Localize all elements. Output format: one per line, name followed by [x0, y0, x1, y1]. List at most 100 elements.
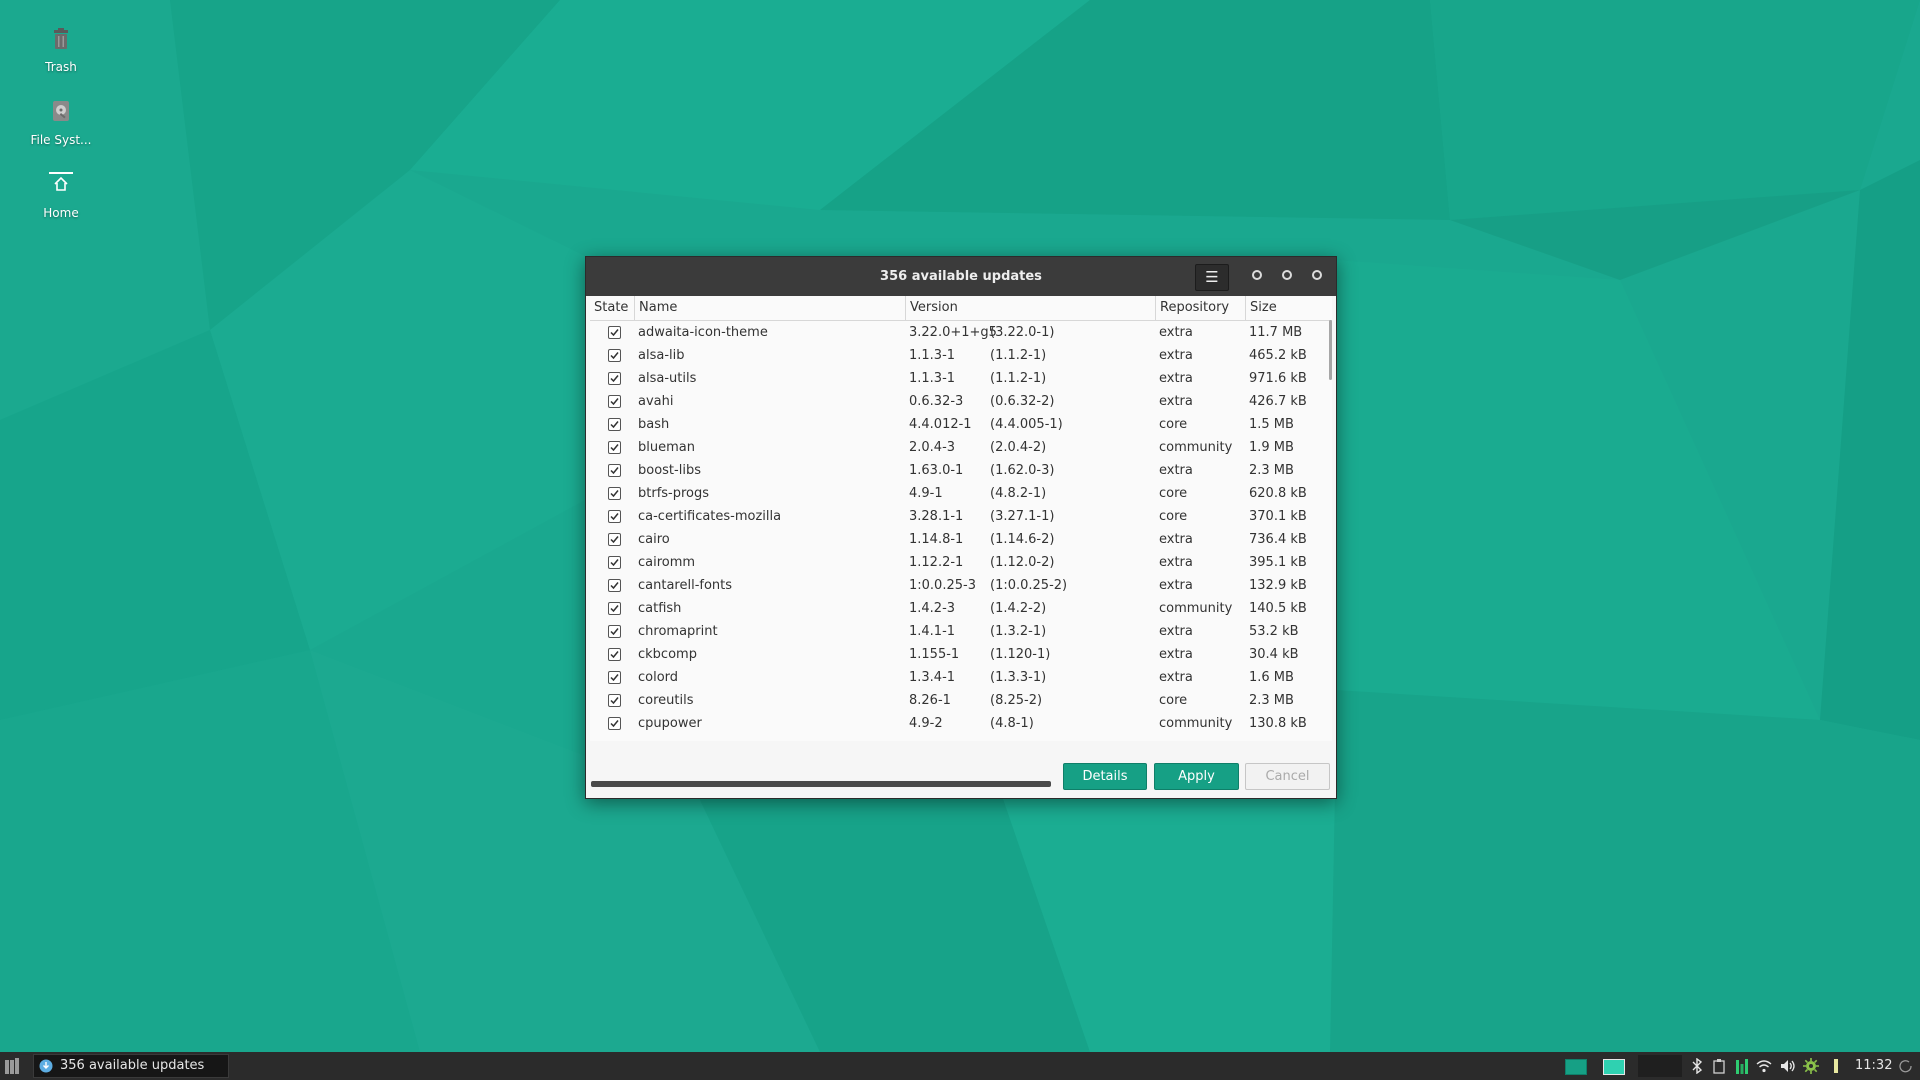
table-row[interactable]: cairomm 1.12.2-1 (1.12.0-2) extra 395.1 kB [590, 551, 1332, 574]
row-checkbox[interactable] [608, 717, 621, 730]
row-repository: community [1159, 716, 1233, 731]
minimize-button[interactable] [1252, 270, 1262, 280]
row-checkbox[interactable] [608, 533, 621, 546]
table-row[interactable]: avahi 0.6.32-3 (0.6.32-2) extra 426.7 kB [590, 390, 1332, 413]
table-row[interactable]: cantarell-fonts 1:0.0.25-3 (1:0.0.25-2) ext… [590, 574, 1332, 597]
row-old-version: (3.22.0-1) [990, 325, 1055, 340]
row-size: 620.8 kB [1249, 486, 1307, 501]
row-old-version: (4.4.005-1) [990, 417, 1063, 432]
table-row[interactable]: alsa-utils 1.1.3-1 (1.1.2-1) extra 971.6 kB [590, 367, 1332, 390]
row-checkbox[interactable] [608, 372, 621, 385]
row-checkbox[interactable] [608, 625, 621, 638]
row-repository: extra [1159, 325, 1193, 340]
column-header-repository[interactable]: Repository [1155, 296, 1245, 320]
bluetooth-icon[interactable] [1690, 1057, 1704, 1078]
row-version: 2.0.4-3 [909, 440, 956, 455]
column-header-state[interactable]: State [590, 296, 634, 320]
column-header-version[interactable]: Version [905, 296, 1155, 320]
checkmark-icon [610, 398, 619, 406]
row-size: 971.6 kB [1249, 371, 1307, 386]
row-version: 1.14.8-1 [909, 532, 964, 547]
taskbar-window-button[interactable]: 356 available updates [33, 1054, 229, 1078]
table-row[interactable]: chromaprint 1.4.1-1 (1.3.2-1) extra 53.2 kB [590, 620, 1332, 643]
column-header-size[interactable]: Size [1245, 296, 1332, 320]
close-button[interactable] [1312, 270, 1322, 280]
row-checkbox[interactable] [608, 671, 621, 684]
row-version: 1.155-1 [909, 647, 960, 662]
row-checkbox[interactable] [608, 602, 621, 615]
row-size: 1.6 MB [1249, 670, 1294, 685]
table-row[interactable]: bash 4.4.012-1 (4.4.005-1) core 1.5 MB [590, 413, 1332, 436]
table-row[interactable]: ca-certificates-mozilla 3.28.1-1 (3.27.1-1… [590, 505, 1332, 528]
table-row[interactable]: boost-libs 1.63.0-1 (1.62.0-3) extra 2.3 MB [590, 459, 1332, 482]
vertical-scrollbar[interactable] [1329, 320, 1332, 380]
desktop-icon-trash[interactable]: Trash [20, 22, 102, 74]
table-row[interactable]: cpupower 4.9-2 (4.8-1) community 130.8 kB [590, 712, 1332, 735]
workspace-2-icon[interactable] [1603, 1059, 1625, 1075]
row-name: ckbcomp [638, 647, 697, 662]
row-checkbox[interactable] [608, 326, 621, 339]
table-row[interactable]: btrfs-progs 4.9-1 (4.8.2-1) core 620.8 kB [590, 482, 1332, 505]
app-menu-icon[interactable] [5, 1058, 19, 1074]
table-row[interactable]: blueman 2.0.4-3 (2.0.4-2) community 1.9 MB [590, 436, 1332, 459]
row-old-version: (4.8.2-1) [990, 486, 1047, 501]
row-repository: extra [1159, 578, 1193, 593]
system-monitor-icon[interactable] [1735, 1058, 1749, 1078]
row-name: adwaita-icon-theme [638, 325, 768, 340]
checkmark-icon [610, 674, 619, 682]
row-size: 1.9 MB [1249, 440, 1294, 455]
table-row[interactable]: ckbcomp 1.155-1 (1.120-1) extra 30.4 kB [590, 643, 1332, 666]
volume-icon[interactable] [1780, 1058, 1796, 1078]
row-old-version: (1.12.0-2) [990, 555, 1055, 570]
taskbar: 356 available updates 11:32 [0, 1052, 1920, 1080]
window-titlebar[interactable]: 356 available updates ☰ [586, 257, 1336, 296]
clock[interactable]: 11:32 [1855, 1052, 1892, 1080]
row-checkbox[interactable] [608, 487, 621, 500]
checkmark-icon [610, 352, 619, 360]
row-checkbox[interactable] [608, 510, 621, 523]
row-repository: extra [1159, 624, 1193, 639]
updates-tray-icon[interactable] [1803, 1058, 1819, 1078]
desktop-icon-label: File Syst... [30, 133, 92, 147]
column-header-name[interactable]: Name [634, 296, 905, 320]
wifi-icon[interactable] [1756, 1058, 1772, 1078]
row-checkbox[interactable] [608, 418, 621, 431]
table-row[interactable]: adwaita-icon-theme 3.22.0+1+g5 (3.22.0-1) e… [590, 321, 1332, 344]
row-checkbox[interactable] [608, 349, 621, 362]
row-checkbox[interactable] [608, 395, 621, 408]
row-version: 4.4.012-1 [909, 417, 972, 432]
row-checkbox[interactable] [608, 556, 621, 569]
desktop-icon-home[interactable]: Home [20, 168, 102, 220]
table-row[interactable]: catfish 1.4.2-3 (1.4.2-2) community 140.5 kB [590, 597, 1332, 620]
row-version: 4.9-2 [909, 716, 943, 731]
power-icon[interactable] [1898, 1058, 1914, 1078]
checkmark-icon [610, 651, 619, 659]
row-checkbox[interactable] [608, 648, 621, 661]
table-row[interactable]: cairo 1.14.8-1 (1.14.6-2) extra 736.4 kB [590, 528, 1332, 551]
table-body: adwaita-icon-theme 3.22.0+1+g5 (3.22.0-1) e… [590, 321, 1332, 735]
row-old-version: (0.6.32-2) [990, 394, 1055, 409]
maximize-button[interactable] [1282, 270, 1292, 280]
workspace-1-icon[interactable] [1565, 1059, 1587, 1075]
row-name: avahi [638, 394, 674, 409]
row-version: 3.28.1-1 [909, 509, 964, 524]
row-checkbox[interactable] [608, 579, 621, 592]
row-checkbox[interactable] [608, 441, 621, 454]
table-row[interactable]: colord 1.3.4-1 (1.3.3-1) extra 1.6 MB [590, 666, 1332, 689]
desktop-icon-file-system[interactable]: File Syst... [20, 95, 102, 147]
desktop-icon-label: Home [43, 206, 79, 220]
details-button[interactable]: Details [1063, 763, 1147, 790]
cancel-button[interactable]: Cancel [1245, 763, 1330, 790]
table-row[interactable]: alsa-lib 1.1.3-1 (1.1.2-1) extra 465.2 kB [590, 344, 1332, 367]
table-row[interactable]: coreutils 8.26-1 (8.25-2) core 2.3 MB [590, 689, 1332, 712]
row-old-version: (1.1.2-1) [990, 371, 1047, 386]
row-repository: community [1159, 601, 1233, 616]
row-checkbox[interactable] [608, 464, 621, 477]
hamburger-menu-icon[interactable]: ☰ [1195, 264, 1229, 291]
battery-icon[interactable] [1833, 1058, 1839, 1078]
row-checkbox[interactable] [608, 694, 621, 707]
workspace-3-icon[interactable] [1638, 1055, 1682, 1077]
row-old-version: (1.14.6-2) [990, 532, 1055, 547]
apply-button[interactable]: Apply [1154, 763, 1239, 790]
clipboard-icon[interactable] [1712, 1058, 1726, 1078]
